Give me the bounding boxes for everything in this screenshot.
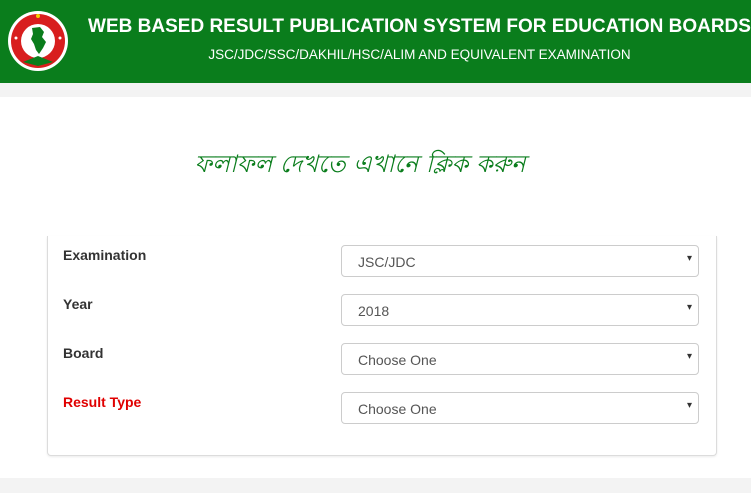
examination-label: Examination xyxy=(63,247,147,263)
click-here-link[interactable]: ফলাফল দেখতে এখানে ক্লিক করুন xyxy=(0,146,720,186)
board-select[interactable]: Choose One ▾ xyxy=(341,343,699,375)
footer-band xyxy=(0,478,751,493)
year-select[interactable]: 2018 ▾ xyxy=(341,294,699,326)
government-seal-icon xyxy=(8,11,68,71)
caret-down-icon: ▾ xyxy=(686,253,692,264)
board-select-value: Choose One xyxy=(358,352,437,368)
header-bar: WEB BASED RESULT PUBLICATION SYSTEM FOR … xyxy=(0,0,751,83)
result-type-label: Result Type xyxy=(63,394,142,410)
header-gap xyxy=(0,83,751,97)
caret-down-icon: ▾ xyxy=(686,302,692,313)
result-type-select[interactable]: Choose One ▾ xyxy=(341,392,699,424)
board-label: Board xyxy=(63,345,104,361)
header-title: WEB BASED RESULT PUBLICATION SYSTEM FOR … xyxy=(88,16,751,37)
year-label: Year xyxy=(63,296,93,312)
year-select-value: 2018 xyxy=(358,303,390,319)
caret-down-icon: ▾ xyxy=(686,400,692,411)
examination-select-value: JSC/JDC xyxy=(358,254,416,270)
header-subtitle: JSC/JDC/SSC/DAKHIL/HSC/ALIM AND EQUIVALE… xyxy=(208,47,631,62)
examination-select[interactable]: JSC/JDC ▾ xyxy=(341,245,699,277)
caret-down-icon: ▾ xyxy=(686,351,692,362)
result-type-select-value: Choose One xyxy=(358,401,437,417)
